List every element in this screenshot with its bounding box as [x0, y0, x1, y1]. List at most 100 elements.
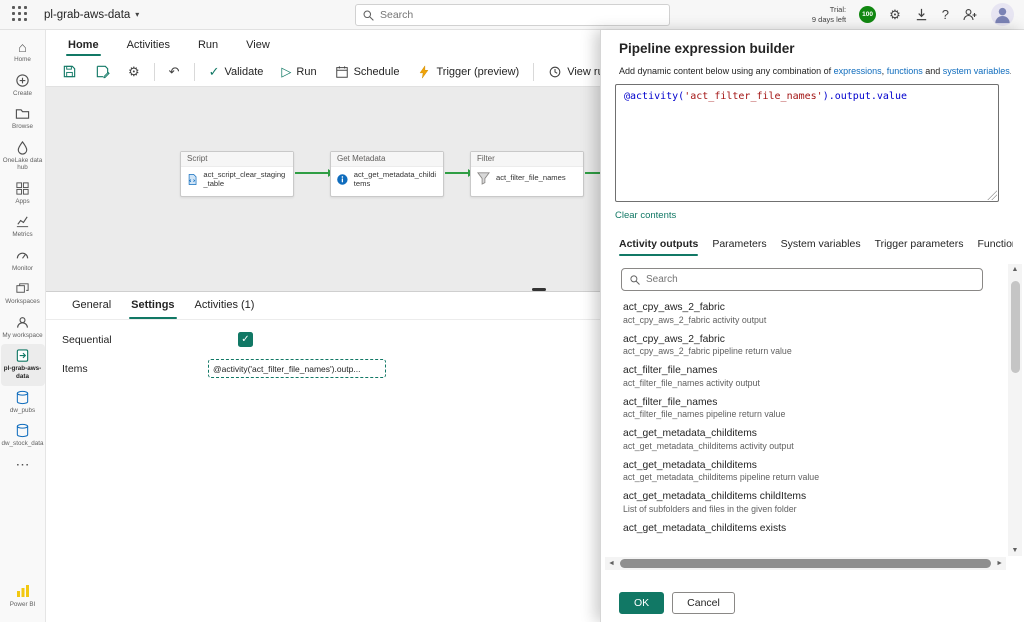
list-item[interactable]: act_get_metadata_childitems exists — [621, 519, 989, 541]
expressions-link[interactable]: expressions — [834, 66, 882, 76]
global-search[interactable] — [355, 4, 670, 26]
list-item[interactable]: act_filter_file_names act_filter_file_na… — [621, 361, 989, 393]
list-item[interactable]: act_cpy_aws_2_fabric act_cpy_aws_2_fabri… — [621, 298, 989, 330]
global-search-input[interactable] — [380, 9, 663, 21]
trial-days: 9 days left — [811, 14, 847, 24]
pipeline-settings-button[interactable]: ⚙ — [124, 62, 144, 81]
sidebar-item-workspaces[interactable]: Workspaces — [1, 277, 45, 311]
builder-search[interactable] — [621, 268, 983, 291]
list-item[interactable]: act_get_metadata_childitems act_get_meta… — [621, 424, 989, 456]
tab-settings[interactable]: Settings — [121, 292, 184, 319]
builder-search-input[interactable] — [646, 274, 975, 285]
play-icon: ▷ — [281, 64, 292, 79]
sidebar-item-monitor[interactable]: Monitor — [1, 244, 45, 278]
scroll-right-icon[interactable]: ► — [993, 560, 1006, 567]
sidebar-item-more[interactable]: ⋯ — [1, 453, 45, 476]
ribbon-tab-activities[interactable]: Activities — [115, 34, 182, 57]
points-badge[interactable]: 100 — [859, 6, 877, 23]
sidebar-item-home[interactable]: ⌂ Home — [1, 36, 45, 69]
undo-button[interactable]: ↶ — [165, 62, 184, 81]
tab-trigger-parameters[interactable]: Trigger parameters — [875, 234, 964, 257]
horizontal-scrollbar[interactable]: ◄ ► — [605, 557, 1006, 570]
sidebar-item-dw-stock-data[interactable]: dw_stock_data — [1, 419, 45, 453]
clear-contents-link[interactable]: Clear contents — [615, 210, 676, 221]
cancel-button[interactable]: Cancel — [672, 592, 735, 614]
scroll-down-icon[interactable]: ▼ — [1012, 545, 1019, 556]
user-avatar[interactable] — [991, 3, 1014, 26]
sidebar-item-onelake[interactable]: OneLake data hub — [1, 136, 45, 177]
tab-system-variables[interactable]: System variables — [781, 234, 861, 257]
horizontal-scroll-thumb[interactable] — [619, 559, 992, 568]
warehouse-icon — [16, 390, 29, 404]
tab-general[interactable]: General — [62, 292, 121, 319]
ribbon-tab-run[interactable]: Run — [186, 34, 230, 57]
help-icon[interactable]: ? — [942, 8, 949, 21]
calendar-icon — [335, 65, 348, 78]
warehouse-icon — [16, 424, 29, 438]
person-icon — [17, 317, 28, 328]
script-icon — [188, 173, 197, 185]
ok-button[interactable]: OK — [619, 592, 665, 614]
current-item-menu[interactable]: pl-grab-aws-data ▾ — [44, 9, 139, 21]
sidebar-item-metrics[interactable]: Metrics — [1, 210, 45, 244]
scroll-left-icon[interactable]: ◄ — [605, 560, 618, 567]
expression-builder-panel: Pipeline expression builder Add dynamic … — [600, 30, 1024, 622]
sidebar-item-create[interactable]: Create — [1, 69, 45, 103]
sequential-checkbox[interactable]: ✓ — [238, 332, 253, 347]
system-variables-link[interactable]: system variables — [943, 66, 1010, 76]
power-bi-logo — [16, 585, 29, 598]
items-expression-input[interactable] — [208, 359, 386, 378]
search-icon — [630, 274, 640, 285]
more-icon: ⋯ — [15, 455, 30, 472]
list-item[interactable]: act_cpy_aws_2_fabric act_cpy_aws_2_fabri… — [621, 330, 989, 362]
ribbon-tab-view[interactable]: View — [234, 34, 282, 57]
activity-node-filter[interactable]: Filter act_filter_file_names — [470, 151, 584, 197]
fabric-pipeline-editor: pl-grab-aws-data ▾ Trial: 9 days left 10… — [0, 0, 1024, 622]
node-type-label: Script — [181, 152, 293, 167]
sidebar-item-browse[interactable]: Browse — [1, 102, 45, 136]
left-nav: ⌂ Home Create Browse OneLake data hub Ap… — [0, 30, 46, 622]
tab-activity-outputs[interactable]: Activity outputs — [619, 234, 699, 257]
sidebar-item-apps[interactable]: Apps — [1, 177, 45, 211]
validate-button[interactable]: ✓ Validate — [205, 62, 268, 81]
activity-node-script[interactable]: Script act_script_clear_staging_table — [180, 151, 294, 197]
toolbar-separator — [193, 62, 195, 81]
list-item[interactable]: act_filter_file_names act_filter_file_na… — [621, 393, 989, 425]
run-button[interactable]: ▷ Run — [277, 62, 320, 81]
app-launcher-icon[interactable] — [12, 5, 30, 24]
save-button[interactable] — [58, 61, 81, 82]
sidebar-item-my-workspace[interactable]: My workspace — [1, 311, 45, 345]
settings-gear-icon[interactable]: ⚙ — [889, 8, 901, 21]
tab-activities[interactable]: Activities (1) — [185, 292, 265, 319]
current-item-name: pl-grab-aws-data — [44, 8, 131, 21]
sidebar-item-power-bi[interactable]: Power BI — [1, 579, 45, 614]
save-as-icon — [96, 65, 110, 79]
list-item[interactable]: act_get_metadata_childitems childItems L… — [621, 487, 989, 519]
onelake-droplet-icon — [17, 140, 28, 155]
save-as-button[interactable] — [91, 61, 114, 82]
functions-link[interactable]: functions — [887, 66, 923, 76]
ribbon-tab-home[interactable]: Home — [56, 34, 111, 57]
list-item[interactable]: act_get_metadata_childitems act_get_meta… — [621, 456, 989, 488]
panel-resize-handle[interactable] — [532, 288, 546, 291]
panel-description: Add dynamic content below using any comb… — [619, 66, 1011, 76]
activity-node-get-metadata[interactable]: Get Metadata act_get_metadata_childitems — [330, 151, 444, 197]
tab-parameters[interactable]: Parameters — [712, 234, 766, 257]
sidebar-item-dw-pubs[interactable]: dw_pubs — [1, 386, 45, 420]
monitor-gauge-icon — [16, 252, 29, 259]
vertical-scrollbar[interactable]: ▲ ▼ — [1008, 264, 1022, 556]
editor-resize-grip[interactable] — [987, 190, 997, 200]
vertical-scroll-thumb[interactable] — [1010, 281, 1020, 373]
tab-functions[interactable]: Functions — [977, 234, 1013, 257]
feedback-person-icon[interactable] — [962, 7, 978, 23]
workspaces-icon — [16, 283, 29, 294]
history-clock-icon — [549, 66, 561, 77]
scroll-up-icon[interactable]: ▲ — [1012, 264, 1019, 275]
topbar-actions: Trial: 9 days left 100 ⚙ ? — [812, 3, 1014, 26]
expression-editor[interactable]: @activity('act_filter_file_names').outpu… — [615, 84, 999, 202]
gear-icon: ⚙ — [128, 64, 140, 79]
trigger-preview-button[interactable]: Trigger (preview) — [413, 62, 523, 82]
schedule-button[interactable]: Schedule — [331, 62, 404, 82]
download-icon[interactable] — [914, 7, 929, 22]
sidebar-item-pipeline[interactable]: pl-grab-aws-data — [0, 344, 45, 386]
